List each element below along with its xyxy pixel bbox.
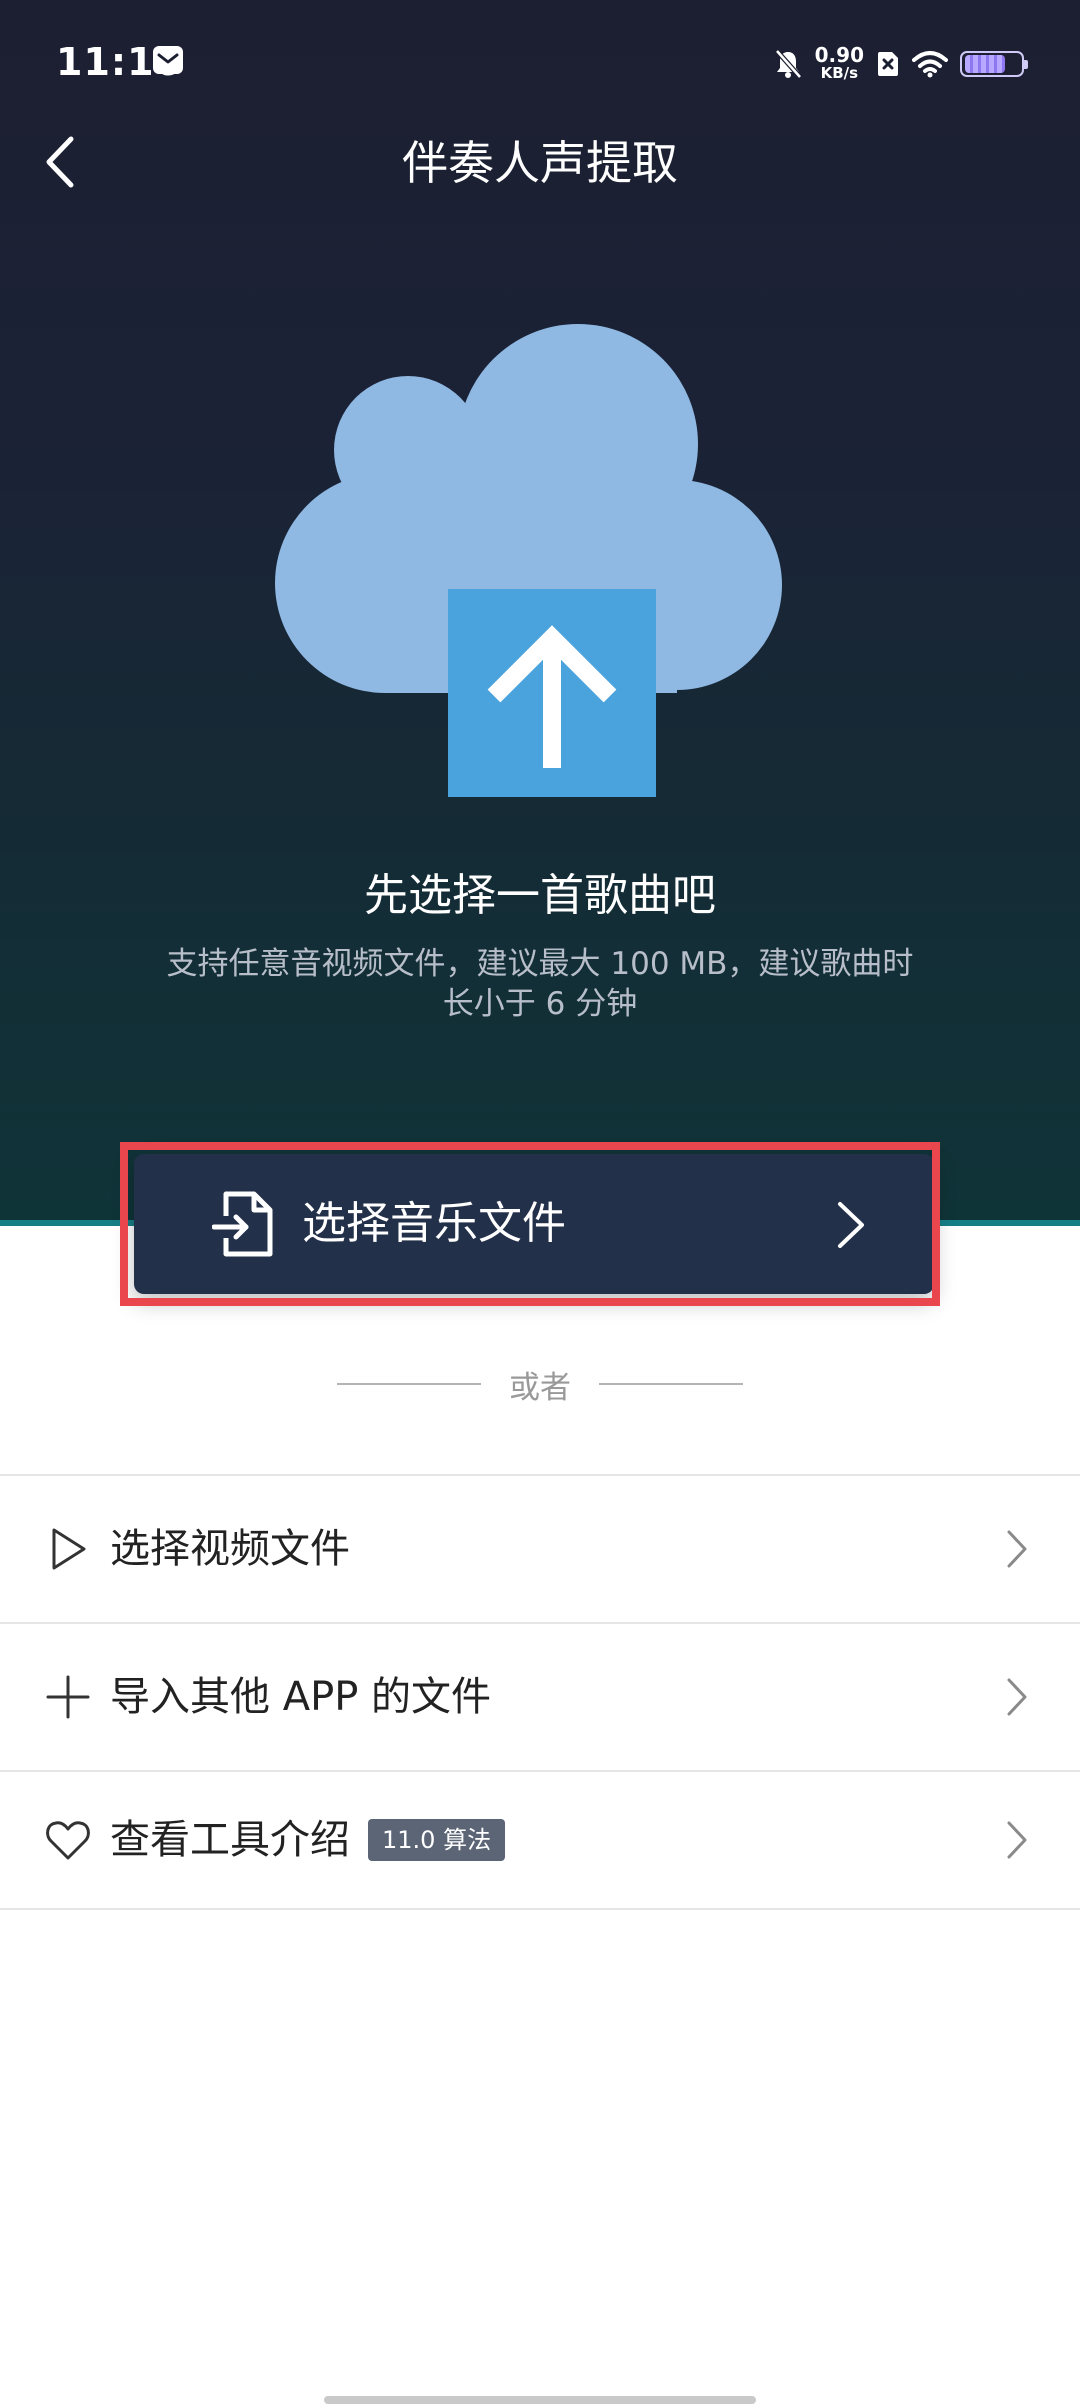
list-item-label: 导入其他 APP 的文件 — [110, 1674, 492, 1720]
plus-icon — [46, 1675, 90, 1719]
wifi-icon — [912, 51, 948, 78]
list-item-import-other-app[interactable]: 导入其他 APP 的文件 — [0, 1622, 1080, 1770]
cloud-upload-icon — [275, 324, 782, 797]
battery-icon — [960, 51, 1028, 77]
home-indicator[interactable] — [324, 2396, 756, 2404]
prompt-title: 先选择一首歌曲吧 — [364, 870, 716, 921]
algorithm-version-badge: 11.0 算法 — [368, 1819, 506, 1861]
or-divider: 或者 — [0, 1360, 1080, 1408]
sim-off-icon — [878, 52, 898, 76]
network-speed-unit: KB/s — [820, 64, 859, 82]
list-item-tool-intro[interactable]: 查看工具介绍 11.0 算法 — [0, 1770, 1080, 1910]
page-title: 伴奏人声提取 — [402, 136, 678, 190]
divider-line-left — [337, 1383, 481, 1385]
play-icon — [52, 1528, 86, 1570]
mute-bell-icon — [774, 49, 802, 79]
file-import-icon — [212, 1191, 273, 1257]
chevron-right-icon — [1007, 1821, 1027, 1859]
list-item-select-video[interactable]: 选择视频文件 — [0, 1474, 1080, 1622]
chevron-right-icon — [838, 1202, 864, 1248]
network-speed: 0.90 KB/s — [814, 43, 864, 82]
chevron-right-icon — [1007, 1530, 1027, 1568]
select-music-file-label: 选择音乐文件 — [302, 1198, 566, 1249]
heart-icon — [46, 1821, 90, 1860]
tool-intro-label: 查看工具介绍 — [110, 1817, 350, 1863]
list-item-label: 查看工具介绍 11.0 算法 — [110, 1812, 506, 1868]
select-music-file-button[interactable]: 选择音乐文件 — [134, 1154, 934, 1294]
chevron-right-icon — [1007, 1678, 1027, 1716]
notification-icon — [153, 46, 183, 74]
or-text: 或者 — [509, 1369, 571, 1406]
status-bar: 11:16 0.90 KB/s — [0, 0, 1080, 120]
network-speed-value: 0.90 — [814, 43, 864, 67]
list-item-label: 选择视频文件 — [110, 1526, 350, 1572]
prompt-description: 支持任意音视频文件，建议最大 100 MB，建议歌曲时长小于 6 分钟 — [166, 946, 914, 1022]
status-icons: 0.90 KB/s — [773, 40, 1028, 88]
divider-line-right — [599, 1383, 743, 1385]
options-list: 选择视频文件 导入其他 APP 的文件 查看工具介绍 11.0 算法 — [0, 1474, 1080, 1910]
